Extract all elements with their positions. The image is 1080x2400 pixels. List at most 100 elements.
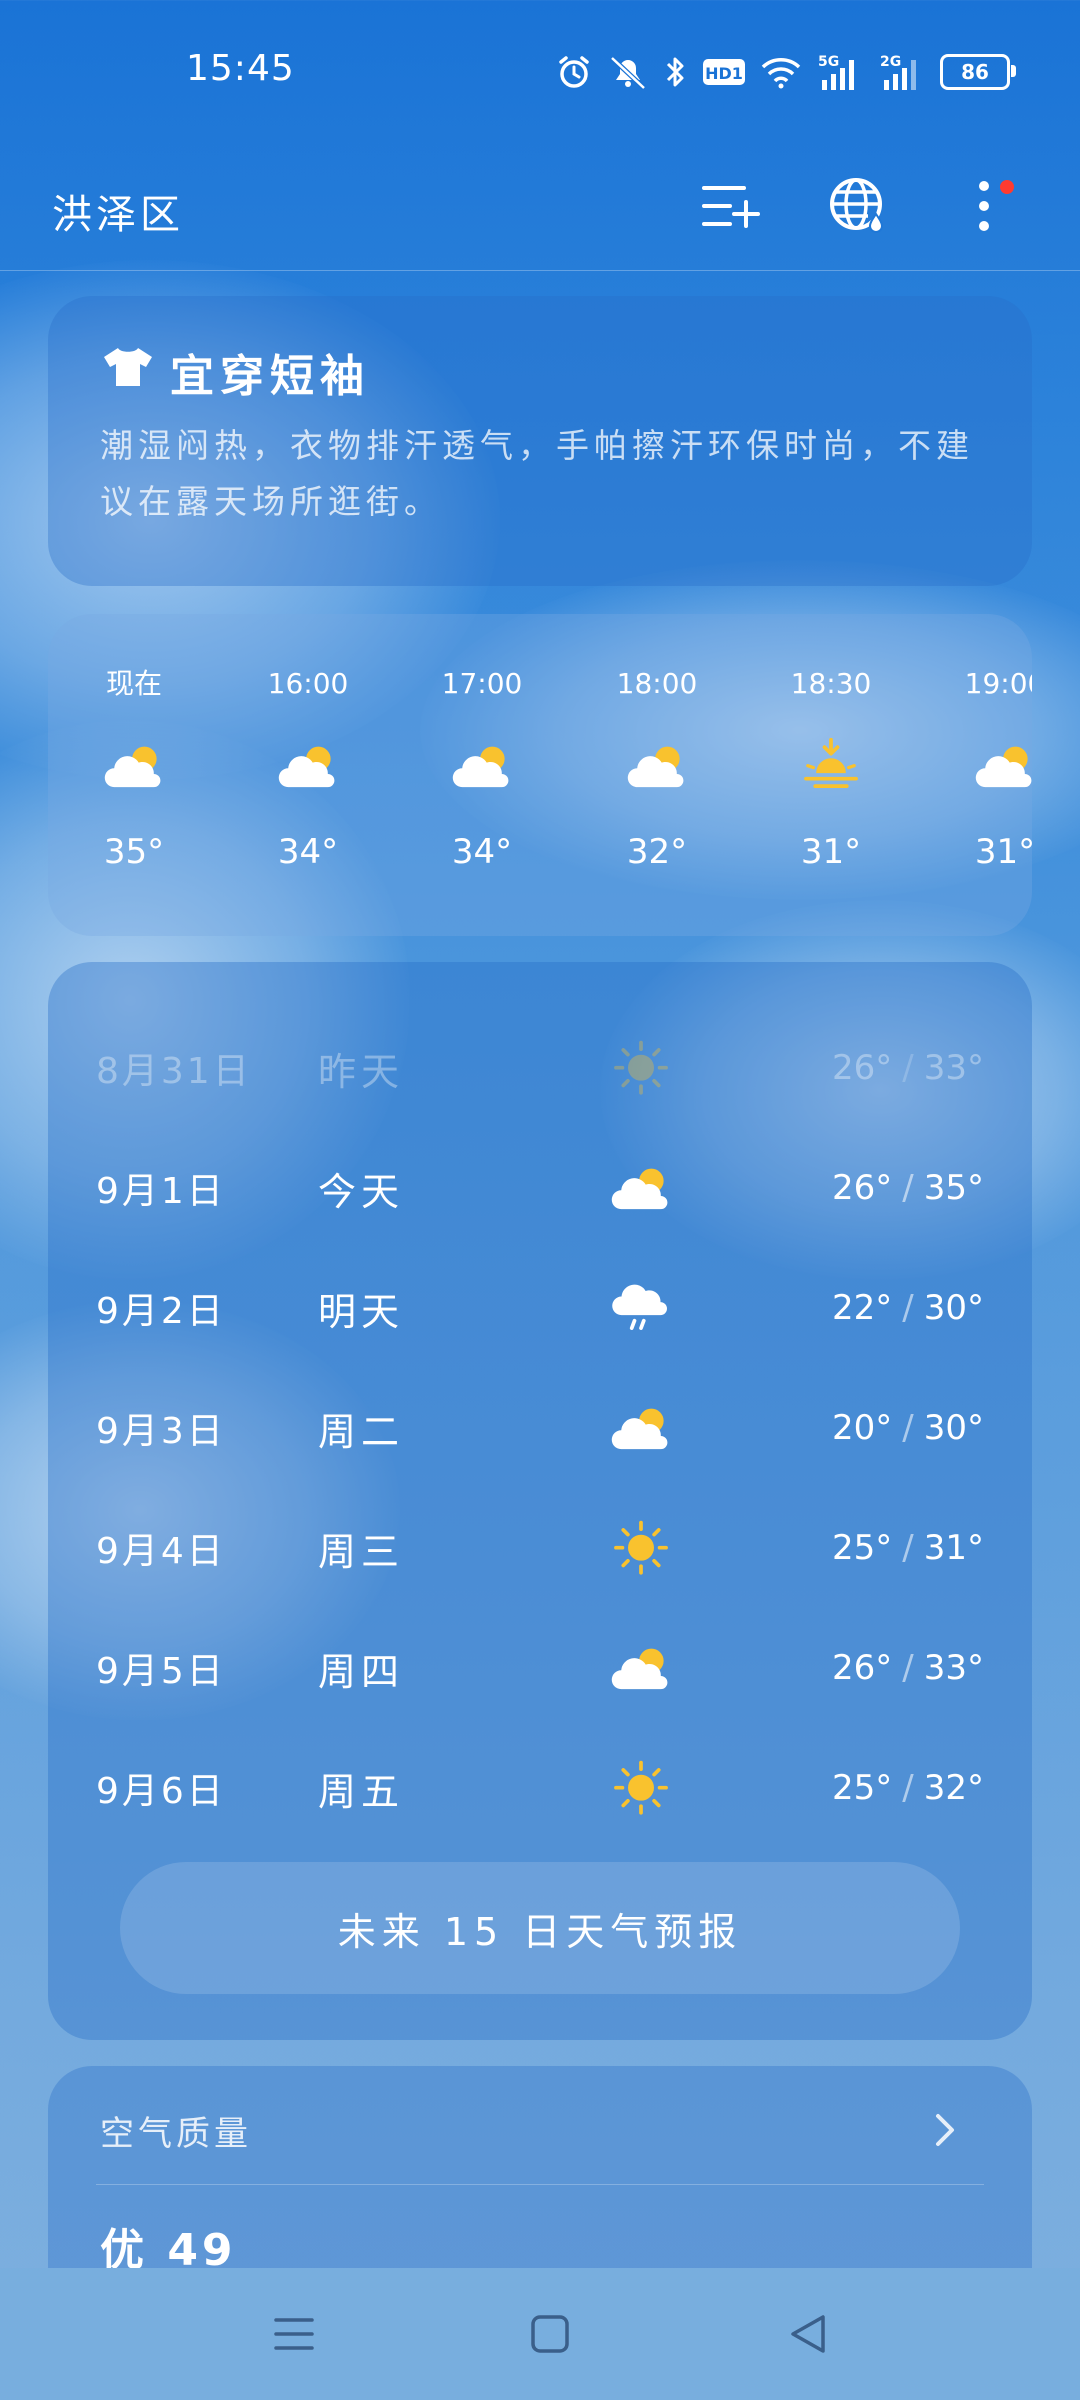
signal-2g-icon: 2G	[878, 52, 926, 92]
status-icons: HD1 5G 2G 86	[556, 50, 1016, 94]
partly-cloudy-icon	[101, 718, 167, 814]
tip-title-row: 宜穿短袖	[100, 340, 370, 404]
temp-separator: /	[902, 1288, 914, 1328]
sunset-icon	[798, 718, 864, 814]
day-name: 昨天	[318, 1049, 405, 1094]
status-time: 15:45	[186, 48, 295, 89]
day-name: 周二	[318, 1409, 405, 1454]
daily-row[interactable]: 9月4日 周三 25°/31°	[96, 1508, 1032, 1588]
daily-forecast[interactable]: 8月31日 昨天 26°/33° 9月1日 今天 26°/35° 9月2日 明天…	[48, 962, 1032, 2040]
temp-low: 20°	[832, 1408, 893, 1448]
temp-low: 26°	[832, 1048, 893, 1088]
svg-text:2G: 2G	[880, 54, 901, 70]
day-temps: 26°/35°	[832, 1168, 984, 1208]
bluetooth-icon	[664, 54, 688, 90]
daily-row[interactable]: 9月1日 今天 26°/35°	[96, 1148, 1032, 1228]
partly-cloudy-icon	[624, 718, 690, 814]
temp-separator: /	[902, 1648, 914, 1688]
temp-high: 33°	[923, 1048, 984, 1088]
back-button[interactable]	[776, 2304, 840, 2368]
sunny-icon	[604, 1753, 678, 1823]
hour-temp: 34°	[277, 832, 339, 872]
tip-description: 潮湿闷热，衣物排汗透气，手帕擦汗环保时尚，不建议在露天场所逛街。	[100, 426, 974, 521]
day-date: 9月5日	[96, 1651, 226, 1692]
day-date: 9月6日	[96, 1771, 226, 1812]
hourly-item: 19:00 31°	[955, 664, 1032, 872]
home-button[interactable]	[518, 2304, 582, 2368]
daily-row[interactable]: 9月5日 周四 26°/33°	[96, 1628, 1032, 1708]
temp-low: 25°	[832, 1528, 893, 1568]
back-icon	[787, 2313, 829, 2359]
partly-cloudy-icon	[604, 1153, 678, 1223]
day-date: 9月3日	[96, 1411, 226, 1452]
temp-high: 31°	[923, 1528, 984, 1568]
day-name: 明天	[318, 1289, 405, 1334]
temp-high: 33°	[923, 1648, 984, 1688]
hourly-forecast[interactable]: 现在 35° 16:00 34° 17:00 34° 18:00 32° 18:…	[48, 614, 1032, 936]
alarm-icon	[556, 54, 592, 90]
day-temps: 22°/30°	[832, 1288, 984, 1328]
hour-time: 19:00	[964, 667, 1032, 700]
hd-icon: HD1	[702, 56, 746, 88]
forecast-15-day-button[interactable]: 未来 15 日天气预报	[120, 1862, 960, 1994]
temp-high: 30°	[923, 1408, 984, 1448]
sunny-icon	[604, 1033, 678, 1103]
mute-icon	[606, 54, 650, 90]
divider	[96, 2184, 984, 2185]
hour-time: 现在	[105, 667, 162, 700]
hour-temp: 31°	[800, 832, 862, 872]
signal-5g-icon: 5G	[816, 52, 864, 92]
temp-separator: /	[902, 1408, 914, 1448]
temp-separator: /	[902, 1528, 914, 1568]
day-name: 今天	[318, 1169, 405, 1214]
partly-cloudy-icon	[449, 718, 515, 814]
air-quality-title: 空气质量	[100, 2114, 252, 2154]
daily-row[interactable]: 8月31日 昨天 26°/33°	[96, 1028, 1032, 1108]
notification-dot	[1000, 180, 1014, 194]
shirt-icon	[100, 345, 156, 400]
day-date: 9月2日	[96, 1291, 226, 1332]
clothing-tip-card[interactable]: 宜穿短袖 潮湿闷热，衣物排汗透气，手帕擦汗环保时尚，不建议在露天场所逛街。	[48, 296, 1032, 586]
hour-temp: 35°	[103, 832, 165, 872]
temp-low: 25°	[832, 1768, 893, 1808]
add-city-icon	[700, 180, 760, 236]
day-temps: 26°/33°	[832, 1048, 984, 1088]
hour-temp: 34°	[451, 832, 513, 872]
globe-icon	[828, 176, 888, 240]
tip-title: 宜穿短袖	[170, 351, 370, 402]
partly-cloudy-icon	[604, 1393, 678, 1463]
rain-icon	[604, 1273, 678, 1343]
add-city-button[interactable]	[698, 176, 762, 240]
partly-cloudy-icon	[604, 1633, 678, 1703]
hourly-item: 17:00 34°	[432, 664, 532, 872]
daily-row[interactable]: 9月6日 周五 25°/32°	[96, 1748, 1032, 1828]
temp-separator: /	[902, 1048, 914, 1088]
day-temps: 26°/33°	[832, 1648, 984, 1688]
hour-temp: 32°	[626, 832, 688, 872]
hourly-item: 16:00 34°	[258, 664, 358, 872]
hourly-item: 现在 35°	[84, 664, 184, 872]
menu-button[interactable]	[262, 2304, 326, 2368]
home-icon	[529, 2313, 571, 2359]
city-name[interactable]: 洪泽区	[52, 182, 184, 240]
day-date: 9月1日	[96, 1171, 226, 1212]
hour-time: 18:00	[616, 667, 698, 700]
daily-row[interactable]: 9月3日 周二 20°/30°	[96, 1388, 1032, 1468]
svg-text:HD1: HD1	[705, 64, 743, 83]
menu-icon	[273, 2314, 315, 2358]
temp-high: 35°	[923, 1168, 984, 1208]
more-icon	[974, 176, 994, 240]
wifi-icon	[760, 54, 802, 90]
chevron-right-icon[interactable]	[934, 2110, 958, 2154]
daily-row[interactable]: 9月2日 明天 22°/30°	[96, 1268, 1032, 1348]
battery-level: 86	[961, 60, 989, 84]
more-button[interactable]	[952, 176, 1016, 240]
hour-temp: 31°	[974, 832, 1032, 872]
day-name: 周三	[318, 1529, 405, 1574]
day-temps: 25°/31°	[832, 1528, 984, 1568]
globe-button[interactable]	[826, 176, 890, 240]
partly-cloudy-icon	[275, 718, 341, 814]
temp-high: 32°	[923, 1768, 984, 1808]
partly-cloudy-icon	[972, 718, 1032, 814]
day-name: 周五	[318, 1769, 405, 1814]
